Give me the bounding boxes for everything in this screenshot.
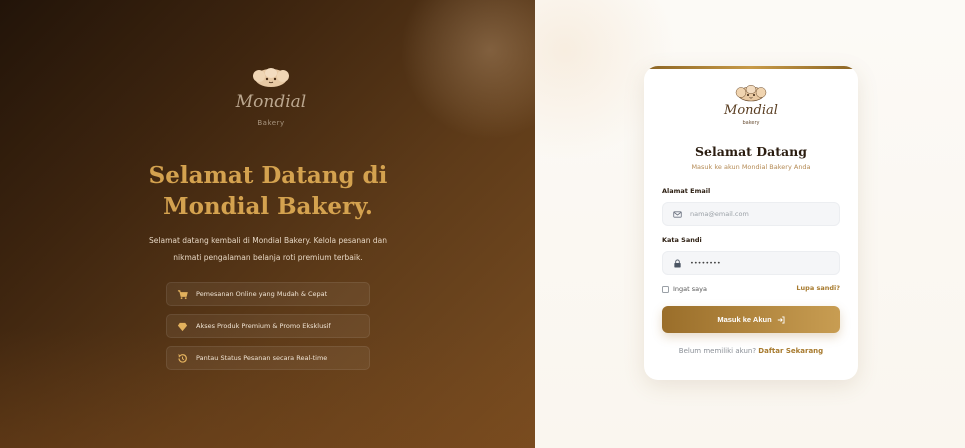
hero-title-line2: Mondial Bakery. <box>163 193 373 220</box>
register-link[interactable]: Daftar Sekarang <box>758 347 823 355</box>
feature-item: Akses Produk Premium & Promo Eksklusif <box>166 314 370 338</box>
feature-label: Akses Produk Premium & Promo Eksklusif <box>196 322 331 330</box>
gem-icon <box>177 321 188 332</box>
login-title: Selamat Datang <box>695 144 807 159</box>
login-subtitle: Masuk ke akun Mondial Bakery Anda <box>691 163 811 171</box>
login-submit-label: Masuk ke Akun <box>717 315 772 324</box>
register-text: Belum memiliki akun? <box>678 347 757 355</box>
brand-logo: Mondial Bakery <box>228 64 314 134</box>
feature-label: Pemesanan Online yang Mudah & Cepat <box>196 290 328 298</box>
register-prompt: Belum memiliki akun? Daftar Sekarang <box>644 347 858 355</box>
lock-icon <box>673 258 682 268</box>
login-card: Mondial bakery Selamat Datang Masuk ke a… <box>644 66 858 380</box>
remember-label: Ingat saya <box>673 285 707 293</box>
history-icon <box>177 353 188 364</box>
password-field-wrapper[interactable] <box>662 251 840 275</box>
feature-item: Pantau Status Pesanan secara Real-time <box>166 346 370 370</box>
card-accent-bar <box>644 66 858 69</box>
email-input[interactable] <box>690 210 830 218</box>
forgot-password-link[interactable]: Lupa sandi? <box>796 284 840 292</box>
hero-title: Selamat Datang di Mondial Bakery. <box>100 160 436 222</box>
feature-item: Pemesanan Online yang Mudah & Cepat <box>166 282 370 306</box>
password-label: Kata Sandi <box>662 236 702 244</box>
hero-desc-line2: nikmati pengalaman belanja roti premium … <box>173 253 363 262</box>
feature-label: Pantau Status Pesanan secara Real-time <box>196 354 328 362</box>
mail-icon <box>673 210 682 219</box>
hero-description: Selamat datang kembali di Mondial Bakery… <box>120 232 416 266</box>
brand-tagline: bakery <box>742 120 760 126</box>
hero-title-line1: Selamat Datang di <box>148 162 388 189</box>
brand-name: Mondial <box>724 103 778 118</box>
hero-panel: Mondial Bakery Selamat Datang di Mondial… <box>0 0 535 448</box>
login-submit-button[interactable]: Masuk ke Akun <box>662 306 840 333</box>
brand-name: Mondial <box>235 92 307 112</box>
email-field-wrapper[interactable] <box>662 202 840 226</box>
brand-tagline: Bakery <box>257 119 285 127</box>
remember-me[interactable]: Ingat saya <box>662 285 707 293</box>
cart-icon <box>177 289 188 300</box>
card-brand-logo: Mondial bakery <box>717 83 785 133</box>
password-input[interactable] <box>690 259 830 267</box>
email-label: Alamat Email <box>662 187 711 195</box>
hero-desc-line1: Selamat datang kembali di Mondial Bakery… <box>149 236 387 245</box>
remember-checkbox[interactable] <box>662 285 669 293</box>
login-arrow-icon <box>777 316 785 323</box>
